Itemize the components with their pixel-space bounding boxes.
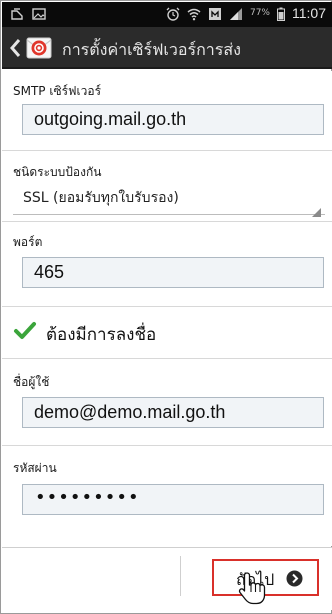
gallery-icon (32, 6, 46, 20)
username-section: ชื่อผู้ใช้ demo@demo.mail.go.th (2, 359, 332, 446)
hand-pointer-icon (237, 571, 267, 605)
port-input[interactable]: 465 (22, 257, 324, 288)
wifi-icon (187, 6, 201, 21)
username-value: demo@demo.mail.go.th (34, 402, 226, 422)
battery-percent: 77% (249, 8, 270, 18)
settings-form: SMTP เซิร์ฟเวอร์ outgoing.mail.go.th ชนิ… (2, 71, 332, 546)
require-signin-row[interactable]: ต้องมีการลงชื่อ (2, 307, 332, 359)
require-signin-label: ต้องมีการลงชื่อ (46, 325, 157, 345)
status-bar: 77% 11:07 (2, 2, 332, 27)
data-icon (208, 6, 222, 20)
dropdown-corner-icon (312, 202, 321, 217)
port-section: พอร์ต 465 (2, 222, 332, 307)
username-input[interactable]: demo@demo.mail.go.th (22, 397, 324, 428)
bottom-bar: ถัดไป (2, 547, 332, 610)
security-type-value: SSL (ยอมรับทุกใบรับรอง) (23, 190, 179, 206)
username-label: ชื่อผู้ใช้ (13, 375, 50, 389)
action-bar: การตั้งค่าเซิร์ฟเวอร์การส่ง (2, 27, 332, 69)
password-input[interactable]: ••••••••• (22, 484, 324, 515)
security-type-dropdown[interactable]: SSL (ยอมรับทุกใบรับรอง) (13, 181, 325, 217)
checkbox-checked-icon[interactable] (13, 319, 37, 343)
page-title: การตั้งค่าเซิร์ฟเวอร์การส่ง (62, 40, 241, 59)
email-app-icon[interactable] (26, 35, 52, 61)
smtp-server-value: outgoing.mail.go.th (34, 109, 187, 129)
chevron-left-icon[interactable] (6, 37, 26, 59)
security-label: ชนิดระบบป้องกัน (13, 165, 102, 179)
password-value: ••••••••• (35, 487, 140, 508)
port-value: 465 (34, 262, 65, 282)
arrow-right-circle-icon (286, 570, 303, 587)
password-section: รหัสผ่าน ••••••••• (2, 446, 332, 546)
smtp-section: SMTP เซิร์ฟเวอร์ outgoing.mail.go.th (2, 71, 332, 151)
smtp-server-input[interactable]: outgoing.mail.go.th (22, 104, 324, 135)
smtp-label: SMTP เซิร์ฟเวอร์ (13, 84, 102, 98)
divider (180, 556, 181, 596)
port-label: พอร์ต (13, 235, 43, 249)
signal-icon (229, 6, 243, 20)
battery-icon (277, 6, 285, 21)
phone-screen: 77% 11:07 การตั้งค่าเซิร์ฟเวอร์การส่ง SM… (0, 0, 332, 614)
clock: 11:07 (292, 5, 326, 21)
alarm-icon (166, 6, 180, 21)
password-label: รหัสผ่าน (13, 461, 57, 475)
sim-card-icon (10, 6, 24, 20)
security-section: ชนิดระบบป้องกัน SSL (ยอมรับทุกใบรับรอง) (2, 151, 332, 222)
